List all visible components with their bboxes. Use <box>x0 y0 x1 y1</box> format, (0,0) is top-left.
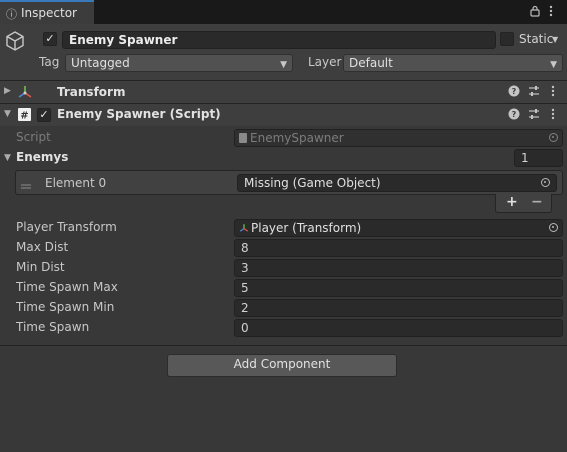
svg-text:?: ? <box>512 110 517 119</box>
kebab-menu-icon[interactable] <box>549 5 553 20</box>
player-transform-value: Player (Transform) <box>251 221 362 235</box>
static-label: Static <box>519 32 554 46</box>
presets-icon[interactable] <box>528 85 540 100</box>
game-object-header: ✓ Enemy Spawner Static ▼ Tag Untagged ▼ … <box>0 24 567 80</box>
object-picker-icon <box>549 133 558 142</box>
script-label: Script <box>16 130 51 144</box>
transform-component-header[interactable]: ▶ Transform ? <box>0 81 567 103</box>
script-component-title: Enemy Spawner (Script) <box>57 107 221 121</box>
cube-icon <box>4 30 26 55</box>
tag-value: Untagged <box>71 56 130 70</box>
player-transform-label: Player Transform <box>16 220 117 234</box>
dropdown-arrow-icon[interactable]: ▼ <box>552 35 558 44</box>
active-checkbox[interactable]: ✓ <box>43 32 57 46</box>
enemys-size-field[interactable]: 1 <box>514 149 563 167</box>
max-dist-field[interactable]: 8 <box>234 239 563 257</box>
tag-dropdown[interactable]: Untagged ▼ <box>65 54 293 72</box>
script-value: EnemySpawner <box>250 131 344 145</box>
csharp-script-icon: # <box>17 107 32 125</box>
name-field[interactable]: Enemy Spawner <box>62 31 496 49</box>
player-transform-field[interactable]: Player (Transform) <box>234 219 563 237</box>
static-checkbox[interactable] <box>500 32 514 46</box>
help-icon[interactable]: ? <box>508 108 520 123</box>
time-spawn-max-field[interactable]: 5 <box>234 279 563 297</box>
info-icon: ⓘ <box>6 8 17 21</box>
transform-icon <box>17 84 33 103</box>
presets-icon[interactable] <box>528 108 540 123</box>
foldout-collapsed-icon[interactable]: ▶ <box>4 86 11 96</box>
min-dist-field[interactable]: 3 <box>234 259 563 277</box>
script-enabled-checkbox[interactable]: ✓ <box>37 108 51 122</box>
svg-text:?: ? <box>512 87 517 96</box>
foldout-expanded-icon[interactable]: ▼ <box>4 109 11 119</box>
time-spawn-field[interactable]: 0 <box>234 319 563 337</box>
enemys-label[interactable]: Enemys <box>16 150 68 164</box>
layer-value: Default <box>349 56 393 70</box>
element-0-label: Element 0 <box>45 176 107 190</box>
tab-title: Inspector <box>21 6 77 20</box>
time-spawn-min-field[interactable]: 2 <box>234 299 563 317</box>
element-0-field[interactable]: Missing (Game Object) <box>237 174 557 192</box>
foldout-expanded-icon[interactable]: ▼ <box>4 153 11 163</box>
time-spawn-max-label: Time Spawn Max <box>16 280 118 294</box>
kebab-menu-icon[interactable] <box>551 85 555 100</box>
enemys-list-box: Element 0 Missing (Game Object) <box>15 170 563 195</box>
chevron-down-icon: ▼ <box>280 60 287 70</box>
transform-title: Transform <box>57 85 126 99</box>
drag-handle-icon[interactable] <box>21 179 31 193</box>
tag-label: Tag <box>39 55 60 69</box>
chevron-down-icon: ▼ <box>550 60 557 70</box>
layer-label: Layer <box>308 55 342 69</box>
transform-icon <box>239 221 249 236</box>
remove-element-button[interactable]: − <box>531 194 543 210</box>
script-field: EnemySpawner <box>234 129 563 147</box>
layer-dropdown[interactable]: Default ▼ <box>343 54 563 72</box>
kebab-menu-icon[interactable] <box>551 108 555 123</box>
time-spawn-min-label: Time Spawn Min <box>16 300 115 314</box>
object-picker-icon[interactable] <box>549 223 558 232</box>
tab-bar: ⓘ Inspector <box>0 0 567 24</box>
lock-icon[interactable] <box>530 5 540 20</box>
script-component-header[interactable]: ▼ # ✓ Enemy Spawner (Script) ? <box>0 104 567 126</box>
object-picker-icon[interactable] <box>541 178 550 187</box>
max-dist-label: Max Dist <box>16 240 69 254</box>
svg-text:#: # <box>20 111 28 122</box>
tab-inspector[interactable]: ⓘ Inspector <box>0 0 94 24</box>
add-component-button[interactable]: Add Component <box>167 354 397 377</box>
script-file-icon <box>239 133 247 143</box>
list-footer: + − <box>495 194 552 213</box>
add-element-button[interactable]: + <box>506 194 518 210</box>
min-dist-label: Min Dist <box>16 260 65 274</box>
help-icon[interactable]: ? <box>508 85 520 100</box>
time-spawn-label: Time Spawn <box>16 320 90 334</box>
divider <box>0 345 567 346</box>
